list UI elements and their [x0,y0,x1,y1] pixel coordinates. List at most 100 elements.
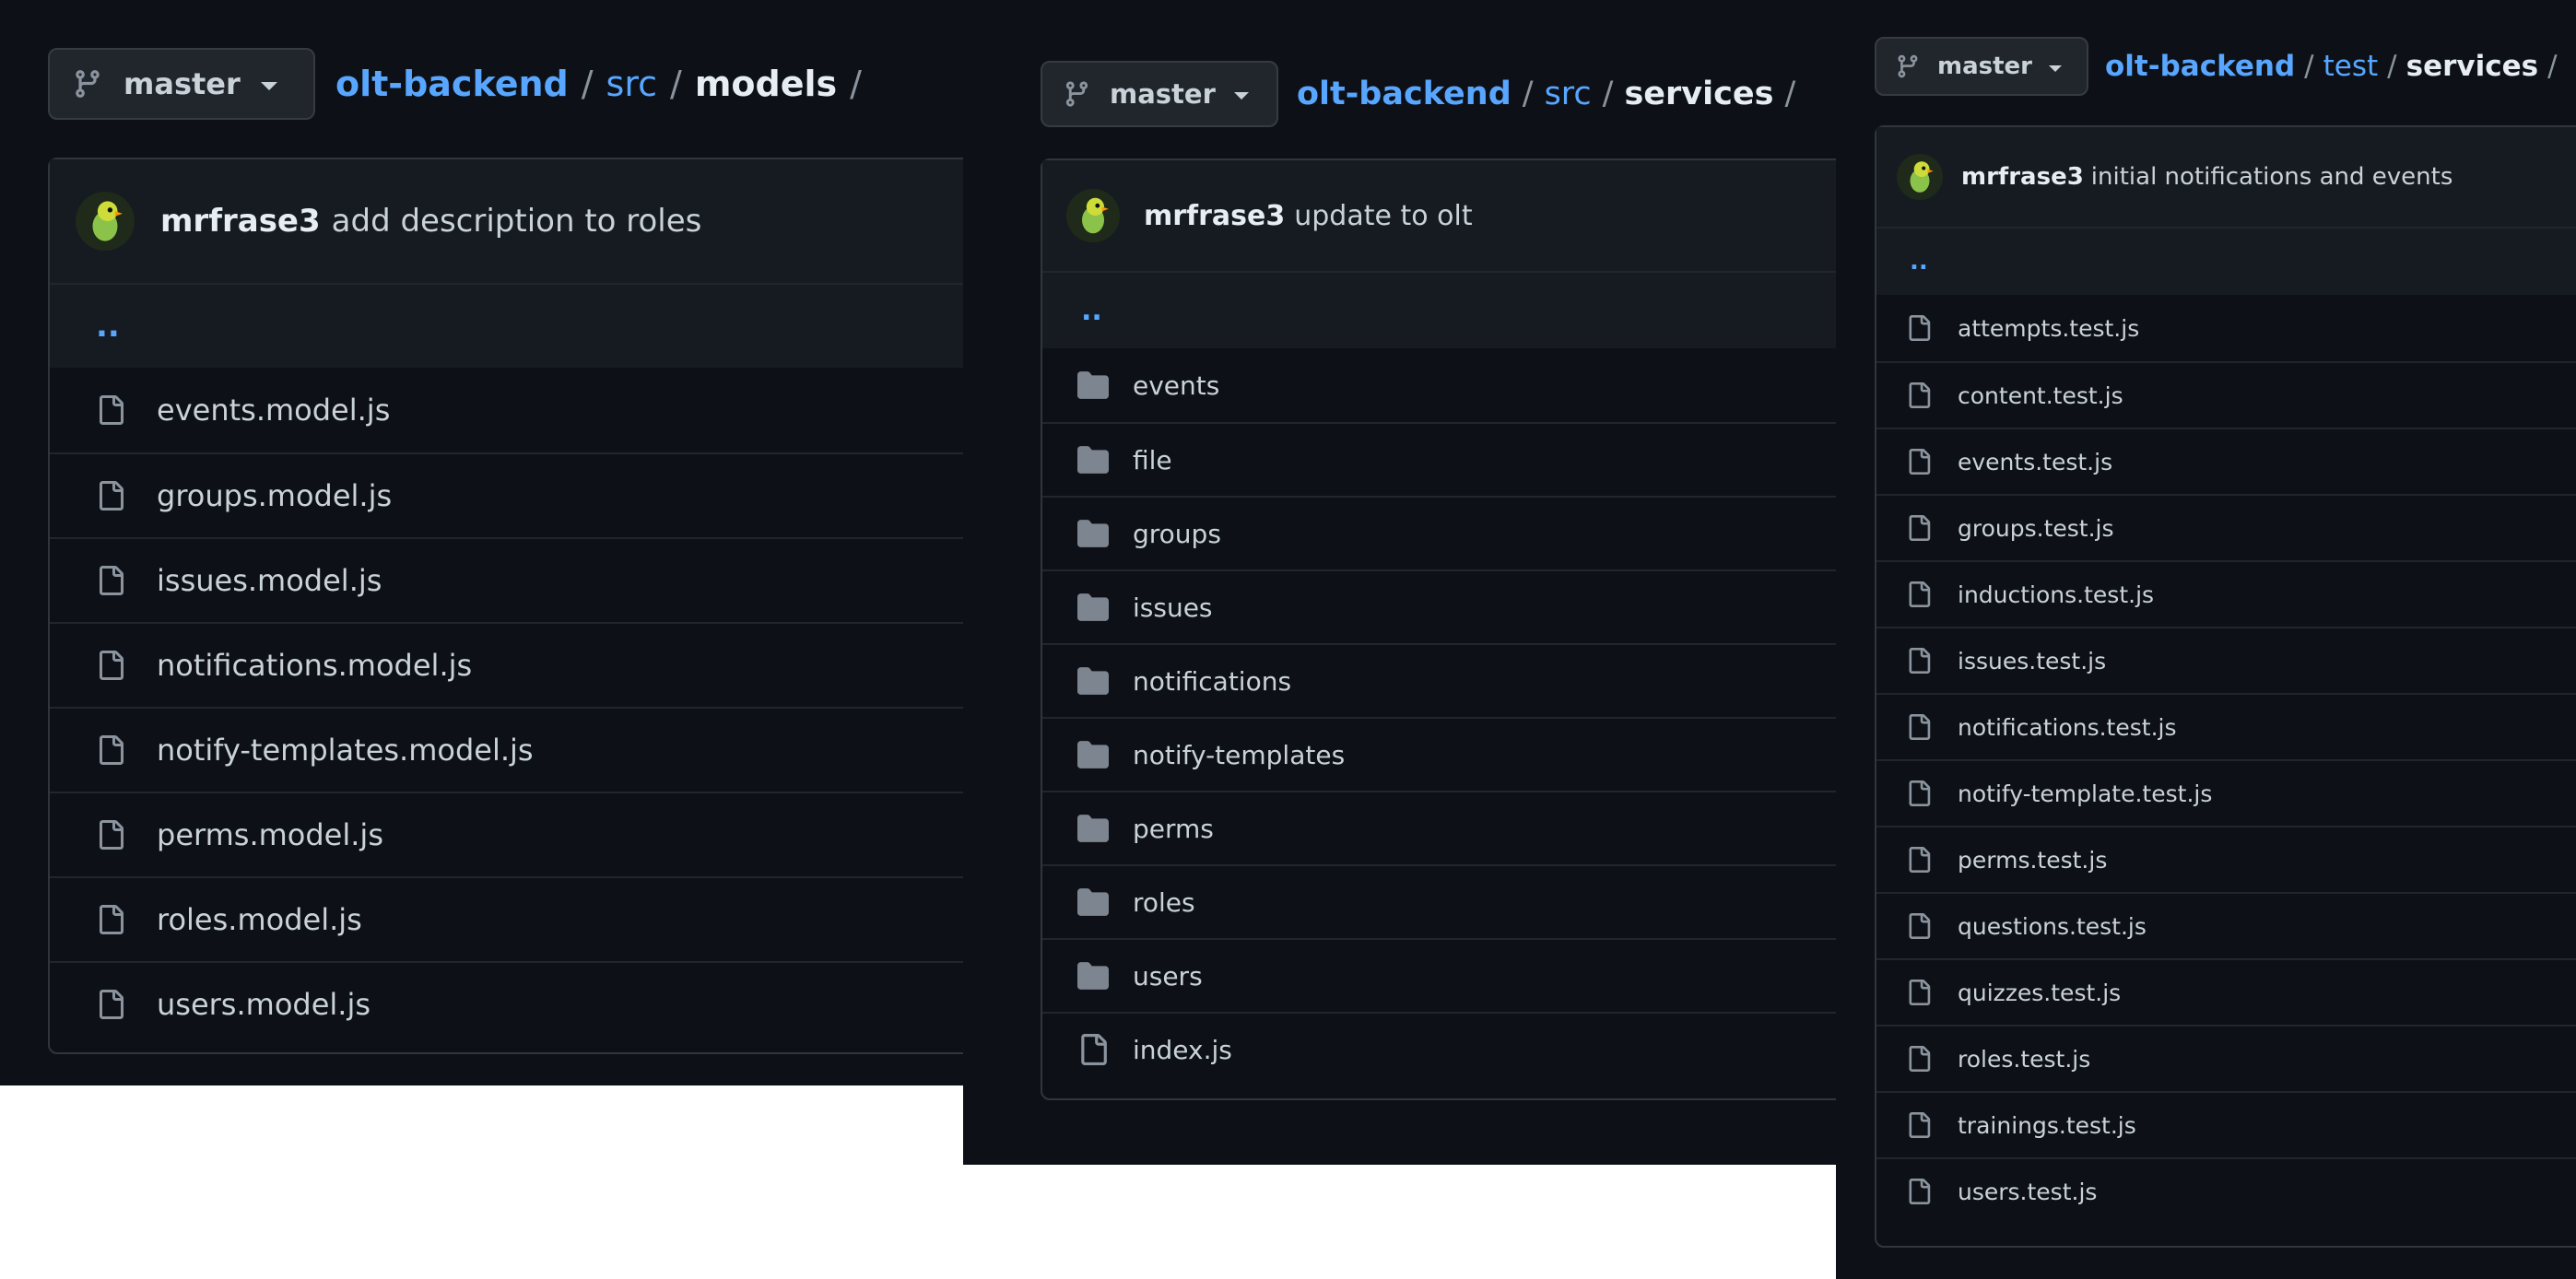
file-row[interactable]: notifications.test.js [1876,693,2576,759]
folder-link[interactable]: perms [1133,814,1214,844]
file-row[interactable]: index.js [1042,1012,1839,1085]
parent-directory-link[interactable]: .. [50,283,963,368]
file-link[interactable]: groups.test.js [1958,515,2114,542]
file-row[interactable]: events.model.js [50,368,963,452]
file-icon [1906,913,1932,939]
file-link[interactable]: trainings.test.js [1958,1112,2136,1139]
file-icon [1906,780,1932,806]
file-icon [1906,648,1932,674]
file-link[interactable]: notify-template.test.js [1958,780,2212,807]
parent-directory-label[interactable]: .. [96,308,120,345]
commit-message-link[interactable]: initial notifications and events [2091,163,2453,191]
file-row[interactable]: issues.test.js [1876,627,2576,693]
breadcrumb-test-link[interactable]: test [2323,50,2379,83]
file-row[interactable]: content.test.js [1876,361,2576,428]
folder-row[interactable]: file [1042,422,1839,496]
file-link[interactable]: attempts.test.js [1958,315,2139,342]
commit-author-link[interactable]: mrfrase3 [1961,163,2084,191]
breadcrumb-current: services [1624,76,1774,112]
folder-row[interactable]: roles [1042,864,1839,938]
parent-directory-link[interactable]: .. [1876,227,2576,295]
breadcrumb-separator: / [850,64,862,104]
parent-directory-label[interactable]: .. [1910,248,1928,276]
folder-link[interactable]: roles [1133,887,1195,918]
breadcrumb-repo-link[interactable]: olt-backend [1297,76,1511,112]
parent-directory-label[interactable]: .. [1081,295,1102,327]
file-row[interactable]: notify-template.test.js [1876,759,2576,826]
folder-row[interactable]: notifications [1042,643,1839,717]
commit-author-link[interactable]: mrfrase3 [160,203,321,240]
file-link[interactable]: index.js [1133,1035,1232,1065]
folder-row[interactable]: groups [1042,496,1839,569]
folder-row[interactable]: users [1042,938,1839,1012]
folder-link[interactable]: notify-templates [1133,740,1345,770]
breadcrumb-repo-link[interactable]: olt-backend [335,64,569,104]
folder-row[interactable]: perms [1042,791,1839,864]
breadcrumb: olt-backend / test / services / [2105,50,2558,83]
folder-link[interactable]: users [1133,961,1203,992]
folder-link[interactable]: file [1133,445,1172,475]
file-row[interactable]: notifications.model.js [50,622,963,707]
file-row[interactable]: perms.test.js [1876,826,2576,892]
file-link[interactable]: perms.test.js [1958,847,2107,874]
file-link[interactable]: events.test.js [1958,449,2112,475]
folder-link[interactable]: groups [1133,519,1221,549]
file-link[interactable]: issues.model.js [157,563,382,598]
branch-select-button[interactable]: master [1875,37,2088,96]
breadcrumb-separator: / [2547,50,2558,83]
file-link[interactable]: notify-templates.model.js [157,733,534,768]
folder-link[interactable]: notifications [1133,666,1291,697]
file-row[interactable]: roles.test.js [1876,1025,2576,1091]
file-link[interactable]: events.model.js [157,393,390,428]
breadcrumb-src-link[interactable]: src [606,64,657,104]
file-row[interactable]: perms.model.js [50,792,963,876]
file-link[interactable]: groups.model.js [157,478,392,513]
file-list-box: mrfrase3 add description to roles .. eve… [48,158,963,1054]
folder-link[interactable]: issues [1133,593,1213,623]
file-row[interactable]: groups.model.js [50,452,963,537]
file-list-box: mrfrase3 initial notifications and event… [1875,125,2576,1248]
file-link[interactable]: issues.test.js [1958,648,2106,675]
file-row[interactable]: events.test.js [1876,428,2576,494]
file-row[interactable]: questions.test.js [1876,892,2576,958]
repo-panel-models: master olt-backend / src / models / mrfr… [0,0,963,1085]
file-row[interactable]: notify-templates.model.js [50,707,963,792]
file-row[interactable]: groups.test.js [1876,494,2576,560]
folder-row[interactable]: notify-templates [1042,717,1839,791]
file-row[interactable]: users.model.js [50,961,963,1046]
file-link[interactable]: notifications.test.js [1958,714,2177,741]
file-icon [96,481,125,510]
parrot-avatar[interactable] [1897,154,1943,200]
caret-down-icon [260,81,277,90]
file-link[interactable]: roles.model.js [157,902,362,937]
branch-select-button[interactable]: master [48,48,315,120]
commit-author-link[interactable]: mrfrase3 [1144,200,1285,232]
file-link[interactable]: users.test.js [1958,1179,2097,1205]
parent-directory-link[interactable]: .. [1042,271,1839,348]
branch-select-button[interactable]: master [1041,61,1278,127]
folder-row[interactable]: issues [1042,569,1839,643]
file-link[interactable]: notifications.model.js [157,648,472,683]
folder-row[interactable]: events [1042,348,1839,422]
parrot-avatar[interactable] [76,192,135,251]
file-row[interactable]: quizzes.test.js [1876,958,2576,1025]
file-link[interactable]: quizzes.test.js [1958,980,2121,1006]
file-link[interactable]: perms.model.js [157,817,383,852]
file-row[interactable]: attempts.test.js [1876,295,2576,361]
commit-message-link[interactable]: update to olt [1294,200,1472,232]
file-link[interactable]: content.test.js [1958,382,2123,409]
breadcrumb-src-link[interactable]: src [1545,76,1592,112]
file-row[interactable]: users.test.js [1876,1157,2576,1224]
file-row[interactable]: issues.model.js [50,537,963,622]
file-link[interactable]: inductions.test.js [1958,581,2154,608]
file-row[interactable]: trainings.test.js [1876,1091,2576,1157]
commit-message-link[interactable]: add description to roles [332,203,702,240]
parrot-avatar[interactable] [1066,189,1120,242]
file-row[interactable]: roles.model.js [50,876,963,961]
file-link[interactable]: questions.test.js [1958,913,2147,940]
file-row[interactable]: inductions.test.js [1876,560,2576,627]
file-link[interactable]: users.model.js [157,987,371,1022]
folder-link[interactable]: events [1133,370,1219,401]
breadcrumb-repo-link[interactable]: olt-backend [2105,50,2295,83]
file-link[interactable]: roles.test.js [1958,1046,2090,1073]
